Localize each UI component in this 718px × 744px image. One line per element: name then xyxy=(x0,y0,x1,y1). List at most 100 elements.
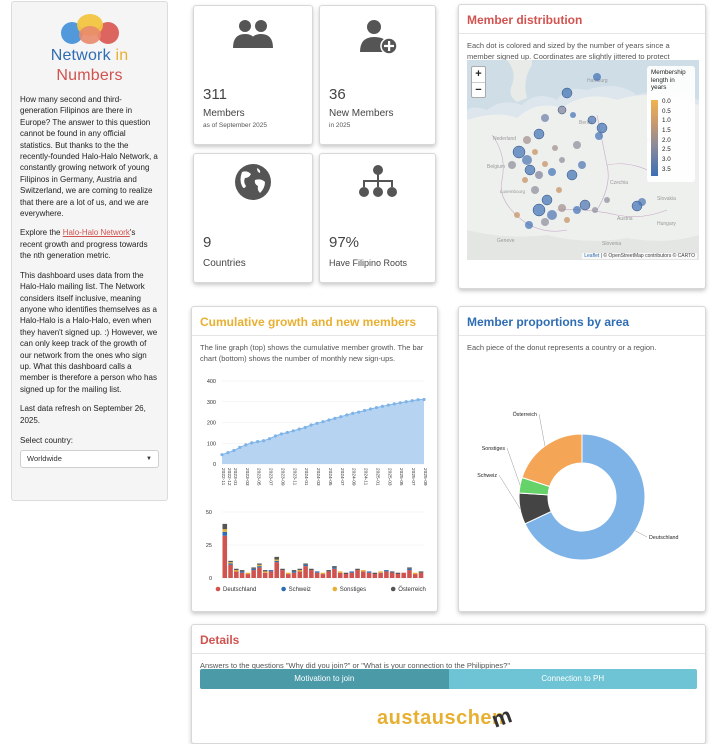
bar-segment xyxy=(257,566,262,568)
y-tick-label: 200 xyxy=(207,421,216,427)
bar-segment xyxy=(320,574,326,578)
donut-label: Österreich xyxy=(513,411,537,418)
brand-network: Network xyxy=(50,47,111,64)
bar-segment xyxy=(257,567,262,578)
growth-point xyxy=(226,450,230,455)
x-tick-label: 2024-01 xyxy=(303,468,309,486)
growth-point xyxy=(422,397,426,402)
bar-segment xyxy=(245,574,251,578)
wordcloud-word: austauschen xyxy=(377,707,505,729)
cumulative-growth-box: Cumulative growth and new members The li… xyxy=(191,306,438,612)
bar-segment xyxy=(309,570,314,578)
growth-point xyxy=(297,427,301,431)
donut-connector xyxy=(635,530,648,538)
donut-connector xyxy=(498,474,521,509)
bar-segment xyxy=(257,563,262,565)
bar-segment xyxy=(228,564,233,578)
x-tick-label: 2024-03 xyxy=(315,468,321,486)
bar-segment xyxy=(389,572,395,578)
bar-segment xyxy=(384,570,389,572)
bar-segment xyxy=(303,563,308,565)
bar-segment xyxy=(222,535,228,578)
svg-text:Slovenia: Slovenia xyxy=(602,241,621,247)
sidebar: Network in Numbers How many second and t… xyxy=(11,1,168,501)
svg-text:Luxembourg: Luxembourg xyxy=(500,189,526,194)
bar-segment xyxy=(251,567,256,569)
donut-connector xyxy=(506,447,521,486)
bar-segment xyxy=(401,572,406,578)
map-zoom-control: + − xyxy=(471,66,486,98)
country-select-value: Worldwide xyxy=(27,453,62,463)
brand-numbers: Numbers xyxy=(56,67,123,84)
bar-segment xyxy=(257,564,262,567)
bar-segment xyxy=(361,570,366,572)
tab-motivation-to-join[interactable]: Motivation to join xyxy=(200,669,449,689)
bar-segment xyxy=(407,568,412,571)
bar-segment xyxy=(372,574,378,578)
member-proportions-title: Member proportions by area xyxy=(459,307,705,336)
bar-segment xyxy=(234,568,239,571)
x-tick-label: 2025-03 xyxy=(386,468,392,486)
bar-segment xyxy=(320,572,326,575)
bar-segment xyxy=(262,571,268,573)
growth-point xyxy=(410,399,414,403)
member-distribution-title: Member distribution xyxy=(459,5,705,34)
bar-segment xyxy=(285,572,291,575)
bar-segment xyxy=(332,567,337,569)
bar-segment xyxy=(285,574,291,578)
country-select[interactable]: Worldwide ▼ xyxy=(20,449,159,468)
member-map[interactable]: Polska Czechia Slovakia Hungary Slovenia… xyxy=(467,60,699,260)
explore-text: Explore the Halo-Halo Network's recent g… xyxy=(20,228,148,261)
x-tick-label: 2025-09 xyxy=(422,468,428,486)
countries-card: 9 Countries xyxy=(193,153,313,283)
halo-halo-network-link[interactable]: Halo-Halo Network xyxy=(63,228,130,237)
growth-point xyxy=(398,401,402,405)
bar-segment xyxy=(251,568,256,571)
family-tree-icon xyxy=(320,164,435,203)
bar-segment xyxy=(228,560,233,563)
legend-dot xyxy=(390,586,396,592)
donut-label: Schweiz xyxy=(477,473,497,479)
legend-ticks: 0.0 0.5 1.0 1.5 2.0 2.5 3.0 3.5 xyxy=(662,98,671,173)
bar-segment xyxy=(274,556,280,560)
growth-point xyxy=(368,407,373,411)
svg-text:Nederland: Nederland xyxy=(493,136,516,142)
svg-text:Hungary: Hungary xyxy=(657,221,676,227)
member-proportions-box: Member proportions by area Each piece of… xyxy=(458,306,706,612)
x-tick-label: 2024-05 xyxy=(327,468,333,486)
bar-segment xyxy=(245,572,251,575)
growth-point xyxy=(357,410,361,414)
x-tick-label: 2024-11 xyxy=(363,468,369,486)
x-tick-label: 2023-05 xyxy=(256,468,262,486)
y-tick-label: 0 xyxy=(209,576,212,582)
leaflet-link[interactable]: Leaflet xyxy=(584,253,599,259)
members-label: Members xyxy=(203,108,245,119)
y-tick-label: 50 xyxy=(206,510,212,516)
bar-segment xyxy=(234,570,239,572)
bar-segment xyxy=(337,571,343,573)
bar-segment xyxy=(297,571,303,578)
svg-text:Belgium: Belgium xyxy=(487,164,505,170)
x-tick-label: 2023-11 xyxy=(291,468,297,486)
growth-point xyxy=(386,403,390,407)
y-tick-label: 300 xyxy=(207,400,216,406)
intro-text: How many second and third-generation Fil… xyxy=(20,95,158,219)
growth-area xyxy=(222,399,424,464)
members-card: 311 Members as of September 2025 xyxy=(193,5,313,145)
donut-label: Sonstiges xyxy=(482,446,506,452)
bar-segment xyxy=(355,568,360,571)
bar-segment xyxy=(332,568,337,578)
tab-connection-to-ph[interactable]: Connection to PH xyxy=(448,669,697,689)
legend-title: Membership length in years xyxy=(651,69,686,91)
growth-chart: 0 100 200 300 400 2022-11 2022-12 2023-01 2023-0… xyxy=(206,379,428,593)
members-value: 311 xyxy=(203,86,227,103)
new-members-sub: in 2025 xyxy=(329,122,351,129)
zoom-in-button[interactable]: + xyxy=(472,67,485,82)
donut-slice xyxy=(521,433,583,488)
bar-segment xyxy=(291,570,297,572)
bar-segment xyxy=(326,570,331,572)
members-sub: as of September 2025 xyxy=(203,122,267,129)
bar-segment xyxy=(309,568,314,571)
bar-segment xyxy=(314,571,320,573)
zoom-out-button[interactable]: − xyxy=(472,82,485,97)
